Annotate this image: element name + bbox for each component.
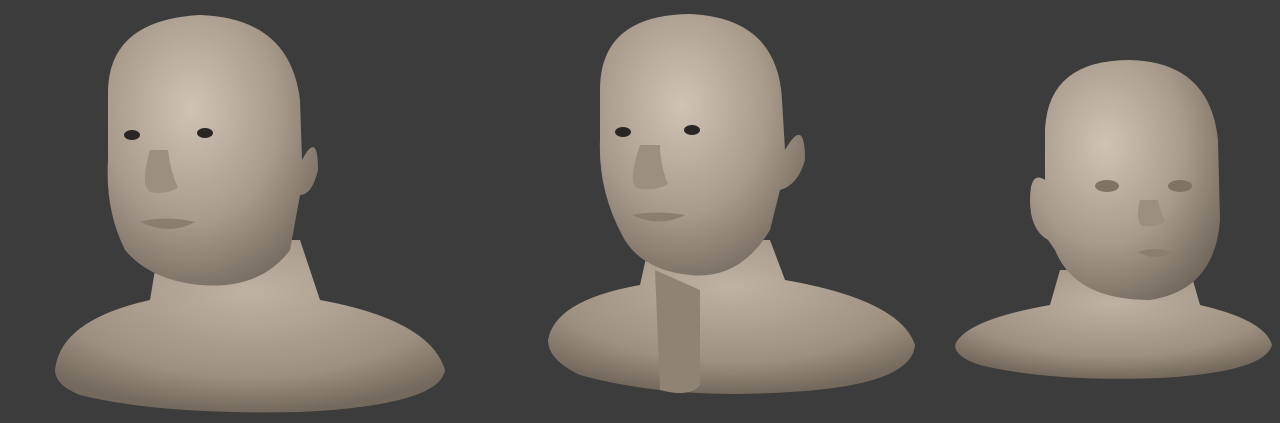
sculpt-render-scene bbox=[0, 0, 1280, 423]
eye-icon bbox=[197, 128, 213, 138]
eye-icon bbox=[124, 130, 140, 140]
eye-icon bbox=[1095, 180, 1119, 192]
eye-icon bbox=[1168, 180, 1192, 192]
eye-icon bbox=[615, 127, 631, 137]
eye-icon bbox=[684, 125, 700, 135]
